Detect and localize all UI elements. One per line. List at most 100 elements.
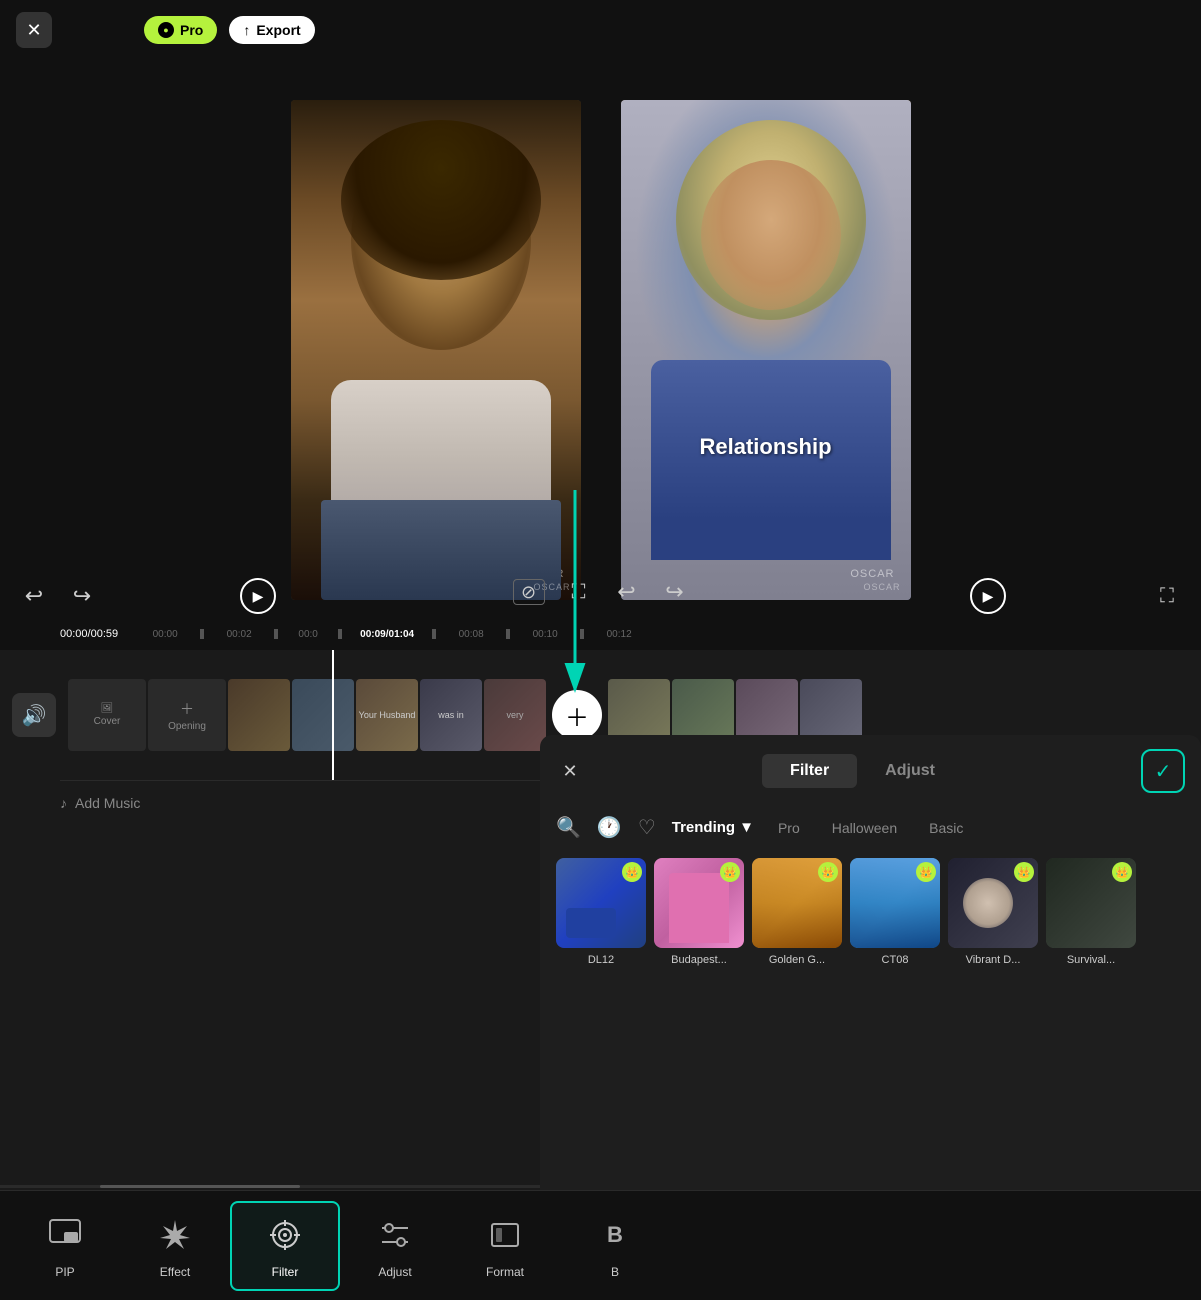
crown-icon-golden: 👑: [818, 862, 838, 882]
filter-name-survival: Survival...: [1067, 954, 1115, 966]
scrollbar-thumb: [100, 1185, 300, 1188]
fullscreen-right-button[interactable]: ⛶: [1153, 582, 1181, 610]
video-text-overlay: Relationship: [699, 434, 831, 460]
filter-search-row: 🔍 🕐 ♡ Trending ▼ Pro Halloween Basic: [540, 807, 1201, 848]
tool-format[interactable]: Format: [450, 1203, 560, 1289]
close-button[interactable]: ✕: [16, 12, 52, 48]
b-icon: B: [593, 1213, 637, 1257]
crown-icon-dl12: 👑: [622, 862, 642, 882]
crown-icon-budapest: 👑: [720, 862, 740, 882]
filter-tabs: Filter Adjust: [596, 754, 1129, 788]
add-clip-button[interactable]: ＋: [552, 690, 602, 740]
play-left-button[interactable]: ▶: [240, 578, 276, 614]
filter-name-budapest: Budapest...: [671, 954, 727, 966]
format-label: Format: [486, 1265, 524, 1279]
opening-thumb[interactable]: ＋ Opening: [148, 679, 226, 751]
filter-item-vibrant[interactable]: 👑 Vibrant D...: [948, 858, 1038, 966]
cover-thumb[interactable]: 🖼 Cover: [68, 679, 146, 751]
pro-icon: ●: [158, 22, 174, 38]
filter-grid: 👑 DL12 👑 Budapest... 👑 Golden G... 👑 CT: [540, 848, 1201, 976]
frame-2: [292, 679, 354, 751]
tool-b[interactable]: B B: [560, 1203, 670, 1289]
time-markers: 00:00 00:02 00:0 00:09/01:04 00:08 00:10…: [130, 629, 1141, 640]
audio-track-icon: 🔊: [12, 693, 56, 737]
filter-close-button[interactable]: ✕: [556, 757, 584, 785]
filter-item-ct08[interactable]: 👑 CT08: [850, 858, 940, 966]
pip-label: PIP: [55, 1265, 74, 1279]
fullscreen-button[interactable]: ⛶: [565, 578, 593, 606]
export-label: Export: [256, 22, 300, 38]
music-note-icon: ♪: [60, 795, 67, 811]
b-label: B: [611, 1265, 619, 1279]
add-music-label: Add Music: [75, 795, 140, 811]
undo-right-button[interactable]: ↩: [613, 578, 641, 606]
top-bar: ✕ ● Pro ↑ Export: [0, 0, 1201, 60]
export-icon: ↑: [243, 22, 250, 38]
filter-item-survival[interactable]: 👑 Survival...: [1046, 858, 1136, 966]
tool-pip[interactable]: PIP: [10, 1203, 120, 1289]
filter-name-vibrant: Vibrant D...: [966, 954, 1021, 966]
center-controls: ⊘ ⛶ ↩ ↪: [513, 578, 689, 606]
current-timestamp: 00:00/00:59: [60, 628, 118, 640]
filter-confirm-button[interactable]: ✓: [1141, 749, 1185, 793]
effect-label: Effect: [160, 1265, 190, 1279]
timeline-ruler: 00:00/00:59 00:00 00:02 00:0 00:09/01:04…: [0, 618, 1201, 650]
undo-button[interactable]: ↩: [20, 582, 48, 610]
filter-thumb-vibrant: 👑: [948, 858, 1038, 948]
export-button[interactable]: ↑ Export: [229, 16, 314, 44]
crown-icon-ct08: 👑: [916, 862, 936, 882]
filter-thumb-survival: 👑: [1046, 858, 1136, 948]
play-right-button[interactable]: ▶: [970, 578, 1006, 614]
frame-very: very: [484, 679, 546, 751]
pro-button[interactable]: ● Pro: [144, 16, 217, 44]
format-icon: [483, 1213, 527, 1257]
left-video-panel: OSCAR: [291, 100, 581, 600]
filter-thumb-golden: 👑: [752, 858, 842, 948]
close-icon: ✕: [26, 20, 41, 41]
crown-icon-survival: 👑: [1112, 862, 1132, 882]
filter-label: Filter: [272, 1265, 299, 1279]
history-icon[interactable]: 🕐: [597, 815, 622, 840]
filter-panel-header: ✕ Filter Adjust ✓: [540, 735, 1201, 807]
filter-thumb-dl12: 👑: [556, 858, 646, 948]
tab-adjust[interactable]: Adjust: [857, 754, 963, 788]
tool-adjust[interactable]: Adjust: [340, 1203, 450, 1289]
pro-label: Pro: [180, 22, 203, 38]
category-halloween[interactable]: Halloween: [824, 816, 905, 840]
bottom-toolbar: PIP Effect Filter: [0, 1190, 1201, 1300]
frame-husband: Your Husband: [356, 679, 418, 751]
redo-button[interactable]: ↪: [68, 582, 96, 610]
filter-item-golden[interactable]: 👑 Golden G...: [752, 858, 842, 966]
filter-name-golden: Golden G...: [769, 954, 825, 966]
category-pro[interactable]: Pro: [770, 816, 808, 840]
filter-item-budapest[interactable]: 👑 Budapest...: [654, 858, 744, 966]
filter-name-ct08: CT08: [882, 954, 909, 966]
filter-panel: ✕ Filter Adjust ✓ 🔍 🕐 ♡ Trending ▼ Pro H…: [540, 735, 1201, 1190]
filter-icon: [263, 1213, 307, 1257]
tool-filter[interactable]: Filter: [230, 1201, 340, 1291]
redo-right-button[interactable]: ↪: [661, 578, 689, 606]
right-video-panel: Relationship OSCAR: [621, 100, 911, 600]
preview-area: OSCAR Relationship OSCAR: [0, 60, 1201, 640]
chevron-down-icon: ▼: [739, 819, 754, 836]
trending-dropdown[interactable]: Trending ▼: [672, 819, 754, 836]
adjust-label: Adjust: [378, 1265, 411, 1279]
filter-name-dl12: DL12: [588, 954, 614, 966]
crown-icon-vibrant: 👑: [1014, 862, 1034, 882]
filter-thumb-ct08: 👑: [850, 858, 940, 948]
category-basic[interactable]: Basic: [921, 816, 971, 840]
filter-close-icon: ✕: [562, 761, 577, 782]
filter-thumb-budapest: 👑: [654, 858, 744, 948]
favorites-icon[interactable]: ♡: [638, 815, 656, 840]
pip-icon: [43, 1213, 87, 1257]
tool-effect[interactable]: Effect: [120, 1203, 230, 1289]
effect-icon: [153, 1213, 197, 1257]
timeline-cursor: [332, 650, 334, 780]
adjust-icon: [373, 1213, 417, 1257]
filter-item-dl12[interactable]: 👑 DL12: [556, 858, 646, 966]
tab-filter[interactable]: Filter: [762, 754, 857, 788]
check-icon: ✓: [1155, 759, 1172, 784]
search-icon[interactable]: 🔍: [556, 815, 581, 840]
frame-1: [228, 679, 290, 751]
left-controls: ↩ ↪: [20, 582, 96, 610]
